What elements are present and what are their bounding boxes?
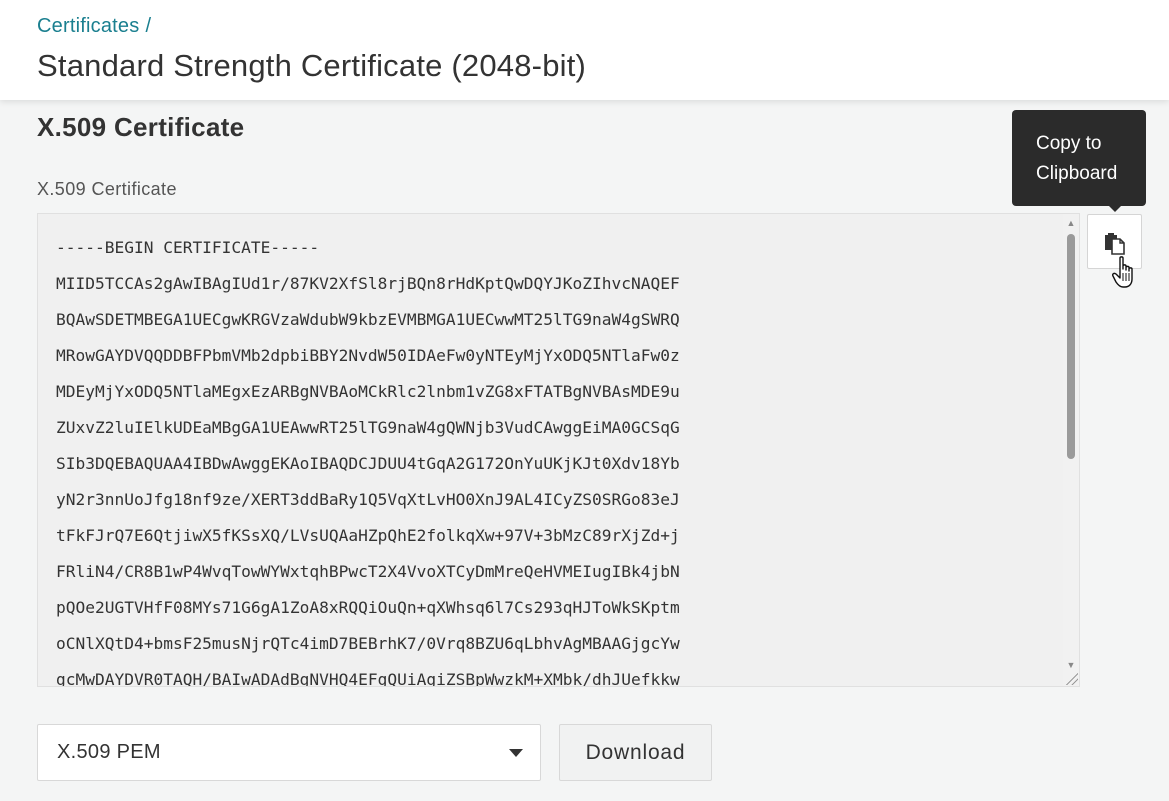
- certificate-line: MDEyMjYxODQ5NTlaMEgxEzARBgNVBAoMCkRlc2ln…: [56, 382, 680, 401]
- certificate-line: ZUxvZ2luIElkUDEaMBgGA1UEAwwRT25lTG9naW4g…: [56, 418, 680, 437]
- vertical-scrollbar[interactable]: ▲ ▼: [1063, 214, 1079, 686]
- chevron-down-icon: [509, 749, 523, 757]
- breadcrumb: Certificates /: [37, 15, 151, 38]
- certificate-text: -----BEGIN CERTIFICATE----- MIID5TCCAs2g…: [56, 230, 680, 687]
- copy-tooltip: Copy to Clipboard: [1012, 110, 1146, 206]
- breadcrumb-separator: /: [145, 15, 152, 37]
- certificate-line: -----BEGIN CERTIFICATE-----: [56, 238, 320, 257]
- clipboard-icon: [1105, 233, 1125, 255]
- breadcrumb-link-certificates[interactable]: Certificates: [37, 15, 139, 37]
- certificate-line: FRliN4/CR8B1wP4WvqTowWYWxtqhBPwcT2X4VvoX…: [56, 562, 680, 581]
- certificate-textarea[interactable]: -----BEGIN CERTIFICATE----- MIID5TCCAs2g…: [37, 213, 1080, 687]
- tooltip-line: Clipboard: [1036, 163, 1118, 184]
- section-title: X.509 Certificate: [37, 112, 245, 142]
- tooltip-arrow: [1108, 205, 1122, 212]
- certificate-line: MRowGAYDVQQDDBFPbmVMb2dpbiBBY2NvdW50IDAe…: [56, 346, 680, 365]
- page-header: Certificates / Standard Strength Certific…: [0, 0, 1169, 100]
- hand-cursor-icon: [1112, 256, 1133, 288]
- resize-handle-icon[interactable]: [1066, 673, 1078, 685]
- page-title: Standard Strength Certificate (2048-bit): [37, 48, 587, 83]
- certificate-line: oCNlXQtD4+bmsF25musNjrQTc4imD7BEBrhK7/0V…: [56, 634, 680, 653]
- certificate-line: pQOe2UGTVHfF08MYs71G6gA1ZoA8xRQQiOuQn+qX…: [56, 598, 680, 617]
- scroll-up-arrow-icon[interactable]: ▲: [1063, 216, 1079, 230]
- download-button[interactable]: Download: [559, 724, 712, 781]
- certificate-line: BQAwSDETMBEGA1UECgwKRGVzaWdubW9kbzEVMBMG…: [56, 310, 680, 329]
- format-select[interactable]: X.509 PEM: [37, 724, 541, 781]
- certificate-line: tFkFJrQ7E6QtjiwX5fKSsXQ/LVsUQAaHZpQhE2fo…: [56, 526, 680, 545]
- certificate-field-label: X.509 Certificate: [37, 179, 177, 199]
- tooltip-line: Copy to: [1036, 133, 1102, 154]
- scroll-down-arrow-icon[interactable]: ▼: [1063, 658, 1079, 672]
- certificate-line: SIb3DQEBAQUAA4IBDwAwggEKAoIBAQDCJDUU4tGq…: [56, 454, 680, 473]
- certificate-line: gcMwDAYDVR0TAQH/BAIwADAdBgNVHQ4EFgQUiAgi…: [56, 670, 680, 687]
- certificate-line: yN2r3nnUoJfg18nf9ze/XERT3ddBaRy1Q5VqXtLv…: [56, 490, 680, 509]
- format-selected-value: X.509 PEM: [57, 741, 161, 763]
- certificate-line: MIID5TCCAs2gAwIBAgIUd1r/87KV2XfSl8rjBQn8…: [56, 274, 680, 293]
- scrollbar-thumb[interactable]: [1067, 234, 1075, 459]
